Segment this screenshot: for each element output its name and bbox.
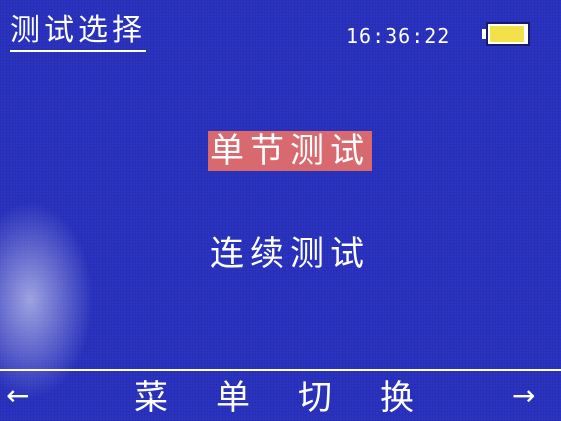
menu-item-single-test[interactable]: 单节测试 <box>208 131 372 171</box>
device-screen: 测试选择 16:36:22 单节测试 连续测试 ← 菜单切换 → <box>0 0 561 421</box>
menu-item-continuous-test[interactable]: 连续测试 <box>208 234 372 274</box>
arrow-left-icon[interactable]: ← <box>6 378 29 414</box>
test-menu: 单节测试 连续测试 <box>0 0 561 421</box>
footer-divider <box>0 369 561 371</box>
arrow-right-icon[interactable]: → <box>512 378 535 414</box>
menu-switch-hint: 菜单切换 <box>134 378 462 418</box>
footer-bar: ← 菜单切换 → <box>0 372 561 421</box>
